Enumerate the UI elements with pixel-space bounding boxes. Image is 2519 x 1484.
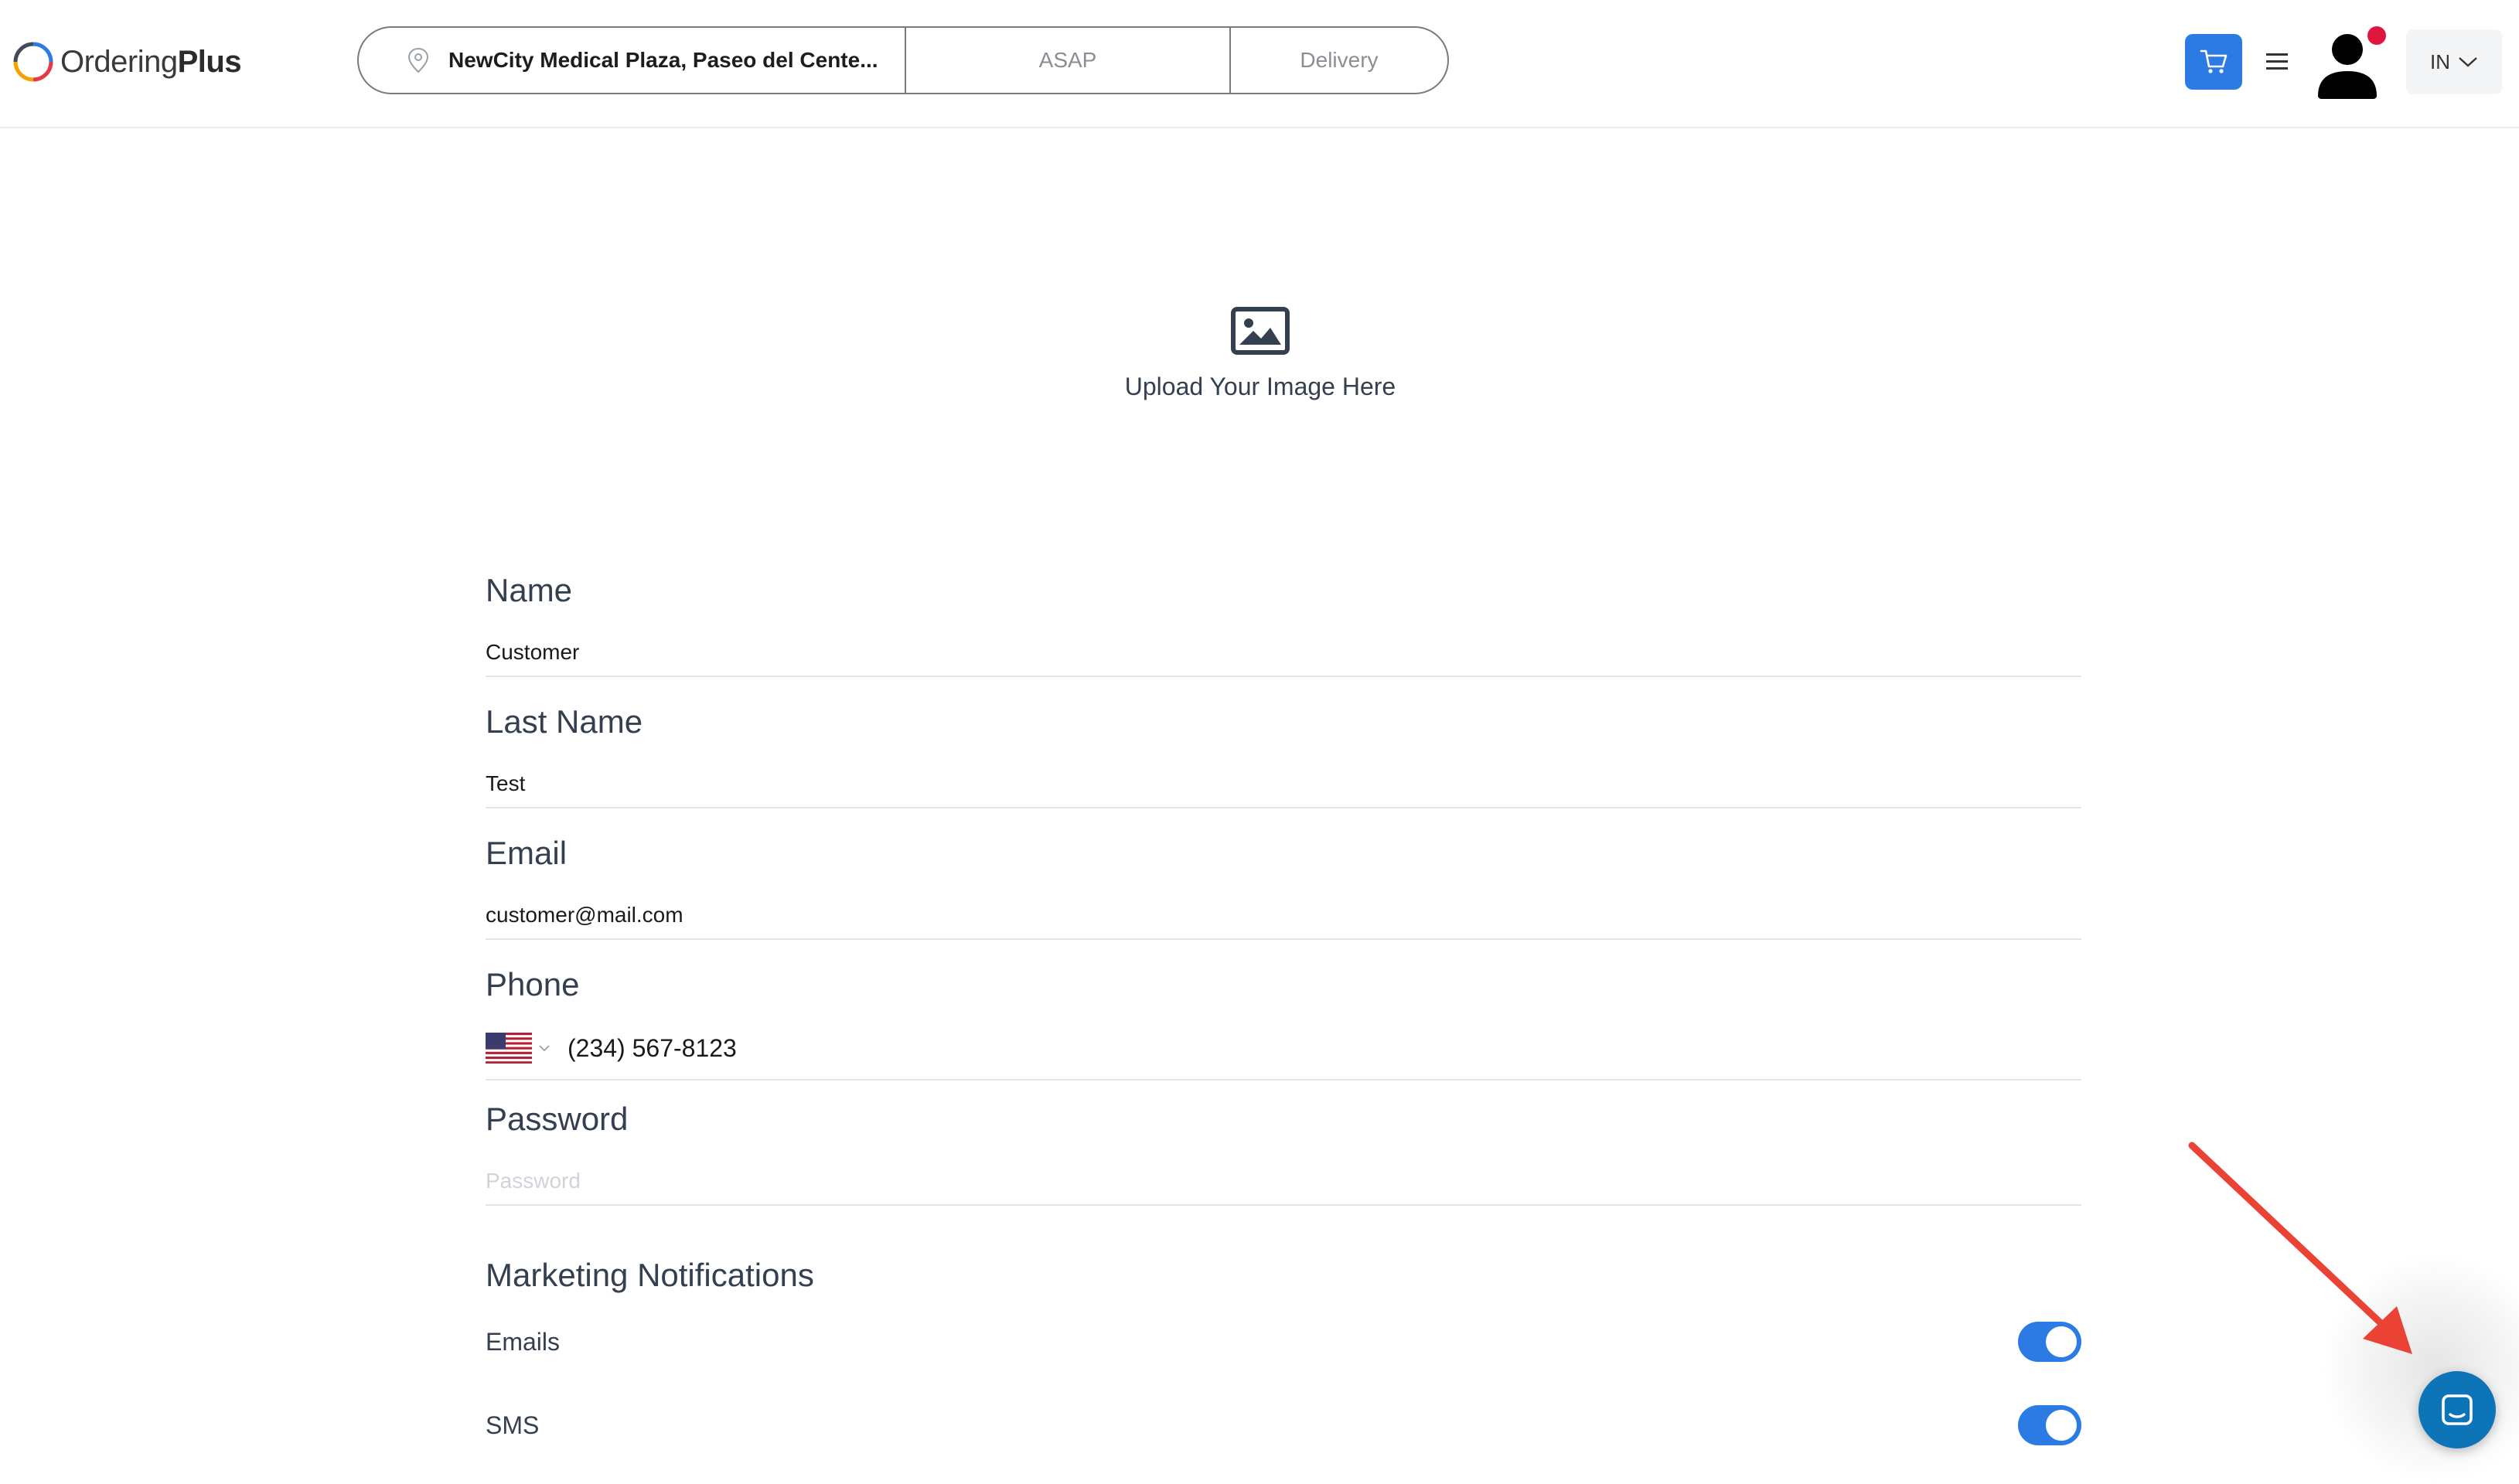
logo-ring-icon [13,42,53,82]
phone-input[interactable]: (234) 567-8123 [568,1034,737,1063]
order-type-text: Delivery [1300,48,1379,72]
toggle-knob [2046,1326,2077,1357]
logo-text: OrderingPlus [60,44,242,79]
delivery-address-text: NewCity Medical Plaza, Paseo del Cente..… [448,48,878,72]
order-time-text: ASAP [1038,48,1097,72]
image-icon [1231,307,1290,355]
phone-input-row: (234) 567-8123 [486,1033,737,1064]
email-input[interactable] [486,903,2081,928]
phone-underline [486,1079,2081,1081]
language-text: IN [2430,49,2450,73]
name-input[interactable] [486,640,2081,665]
us-flag-icon[interactable] [486,1033,532,1064]
top-header: OrderingPlus NewCity Medical Plaza, Pase… [0,0,2519,128]
last-name-input[interactable] [486,771,2081,796]
sms-label: SMS [486,1411,540,1439]
email-field-group: Email [486,835,2081,966]
cart-button[interactable] [2185,34,2242,90]
cart-icon [2200,49,2228,73]
phone-field-group: Phone (234) 567-8123 [486,966,2081,1101]
upload-image-area[interactable]: Upload Your Image Here [1052,306,1469,401]
sms-notification-row: SMS [486,1402,2081,1448]
hamburger-menu-icon[interactable] [2264,48,2290,76]
password-input[interactable] [486,1169,2081,1193]
marketing-notifications-title: Marketing Notifications [486,1257,814,1293]
user-avatar-button[interactable] [2313,26,2386,99]
profile-form: Name Last Name Email Phone [486,572,2081,1232]
name-underline [486,676,2081,677]
country-chevron-icon[interactable] [538,1044,550,1052]
password-underline [486,1204,2081,1206]
name-field-group: Name [486,572,2081,703]
chat-launcher-shadow [2320,1252,2519,1484]
password-field-group: Password [486,1101,2081,1232]
location-pin-icon [407,47,429,73]
sms-toggle[interactable] [2018,1405,2081,1445]
email-underline [486,938,2081,940]
emails-toggle[interactable] [2018,1322,2081,1362]
last-name-label: Last Name [486,703,643,740]
language-selector[interactable]: IN [2406,29,2502,94]
order-options-bar: NewCity Medical Plaza, Paseo del Cente..… [357,26,1449,94]
last-name-field-group: Last Name [486,703,2081,835]
phone-label: Phone [486,966,580,1002]
chevron-down-icon [2459,57,2477,67]
emails-notification-row: Emails [486,1319,2081,1365]
toggle-knob [2046,1410,2077,1441]
ordering-plus-logo[interactable]: OrderingPlus [12,39,242,85]
name-label: Name [486,572,573,608]
last-name-underline [486,807,2081,808]
notification-dot [2367,26,2386,45]
upload-label: Upload Your Image Here [1124,373,1396,400]
order-type-selector[interactable]: Delivery [1231,28,1447,93]
chat-icon [2442,1394,2473,1425]
emails-label: Emails [486,1327,561,1356]
email-label: Email [486,835,568,871]
order-time-selector[interactable]: ASAP [906,28,1231,93]
password-label: Password [486,1101,629,1137]
chat-launcher-button[interactable] [2418,1371,2496,1448]
delivery-address-selector[interactable]: NewCity Medical Plaza, Paseo del Cente..… [359,28,906,93]
